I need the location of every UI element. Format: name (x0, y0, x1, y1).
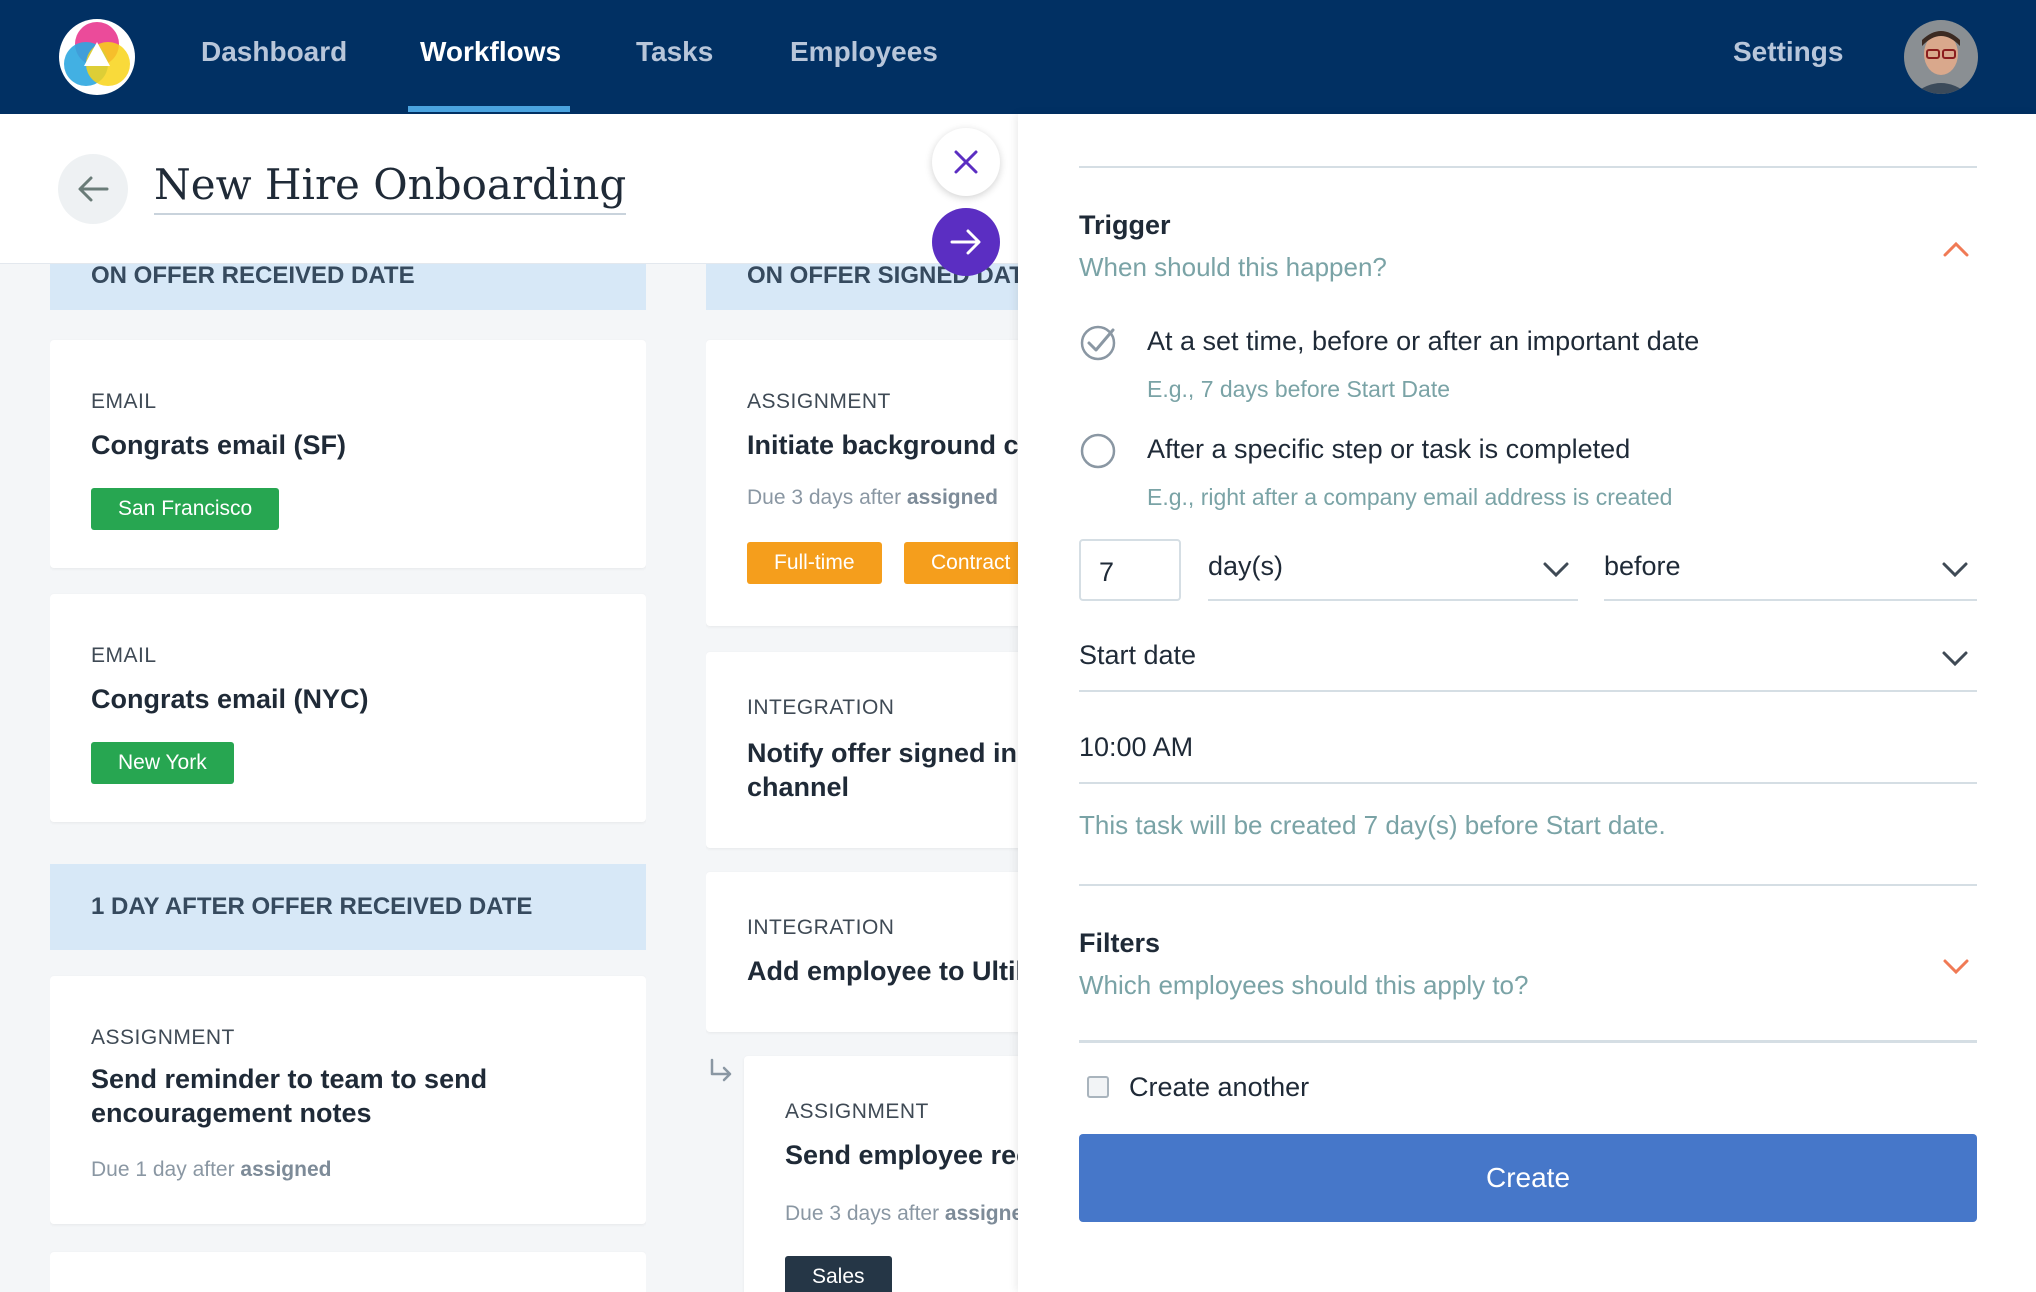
radio-checked-icon[interactable] (1079, 324, 1117, 362)
nav-employees[interactable]: Employees (790, 36, 938, 68)
card-title: Send employee rec (785, 1140, 1018, 1170)
page-title: New Hire Onboarding (154, 160, 627, 215)
workflow-card[interactable] (50, 1252, 646, 1292)
active-tab-indicator (408, 106, 570, 112)
workflow-card[interactable]: ASSIGNMENT Initiate background c Due 3 d… (706, 340, 1018, 626)
nav-dashboard[interactable]: Dashboard (201, 36, 347, 68)
card-title-line-2: encouragement notes (91, 1098, 372, 1128)
due-text: Due 3 days after (785, 1202, 945, 1225)
card-type: ASSIGNMENT (91, 1026, 235, 1049)
next-button[interactable] (932, 208, 1000, 276)
card-type: ASSIGNMENT (785, 1100, 929, 1123)
card-title: Congrats email (NYC) (91, 684, 369, 714)
trigger-summary: This task will be created 7 day(s) befor… (1079, 810, 1666, 840)
avatar-photo-icon (1904, 20, 1978, 94)
card-due: Due 3 days after assigned (785, 1202, 1018, 1226)
card-type: ASSIGNMENT (747, 390, 891, 413)
app-logo-icon[interactable] (58, 18, 136, 96)
workflow-card[interactable]: EMAIL Congrats email (NYC) New York (50, 594, 646, 822)
location-tag: San Francisco (91, 488, 280, 530)
trigger-subtitle: When should this happen? (1079, 252, 1387, 282)
workflow-card[interactable]: INTEGRATION Notify offer signed in chann… (706, 652, 1018, 848)
user-avatar[interactable] (1904, 20, 1978, 94)
due-bold: assigned (240, 1158, 332, 1181)
workflow-column-2: ON OFFER SIGNED DATE ASSIGNMENT Initiate… (706, 264, 1018, 1292)
time-input-value: 10:00 AM (1079, 732, 1194, 762)
employment-tag: Full-time (747, 542, 882, 584)
chevron-down-icon (1942, 562, 1968, 578)
due-bold: assigned (906, 486, 998, 509)
amount-input[interactable]: 7 (1079, 539, 1181, 601)
card-type: EMAIL (91, 390, 157, 413)
card-title: Add employee to Ultil (747, 956, 1018, 986)
card-title: Initiate background c (747, 430, 1018, 460)
card-title-line-1: Send reminder to team to send (91, 1064, 488, 1094)
workflow-card[interactable]: INTEGRATION Add employee to Ultil (706, 872, 1018, 1032)
card-type: INTEGRATION (747, 916, 895, 939)
create-button[interactable]: Create (1079, 1134, 1977, 1222)
department-tag: Sales (785, 1256, 892, 1292)
section-header: ON OFFER RECEIVED DATE (50, 264, 646, 310)
nav-tasks[interactable]: Tasks (636, 36, 713, 68)
due-text: Due 3 days after (747, 486, 907, 509)
trigger-option-step[interactable]: After a specific step or task is complet… (1147, 434, 1630, 465)
chevron-up-icon[interactable] (1942, 240, 1970, 258)
workflow-card[interactable]: ASSIGNMENT Send employee rec Due 3 days … (744, 1056, 1018, 1292)
direction-select[interactable]: before (1604, 539, 1977, 601)
card-title-line-2: channel (747, 772, 850, 802)
unit-select-value: day(s) (1208, 551, 1284, 581)
filters-subtitle: Which employees should this apply to? (1079, 970, 1529, 1000)
chevron-down-icon[interactable] (1942, 958, 1970, 976)
filters-title: Filters (1079, 928, 1161, 958)
back-button[interactable] (58, 154, 128, 224)
employment-tag: Contract (904, 542, 1018, 584)
arrow-right-icon (950, 229, 981, 255)
top-nav: Dashboard Workflows Tasks Employees Sett… (0, 0, 2036, 114)
time-input[interactable]: 10:00 AM (1079, 720, 1977, 784)
radio-unchecked-icon[interactable] (1079, 432, 1117, 470)
card-title-line-1: Notify offer signed in (747, 738, 1017, 768)
section-header: 1 DAY AFTER OFFER RECEIVED DATE (50, 864, 646, 950)
divider (1079, 1040, 1977, 1043)
card-due: Due 3 days after assigned (747, 486, 998, 510)
direction-select-value: before (1604, 551, 1681, 581)
chevron-down-icon (1942, 651, 1968, 667)
date-field-select[interactable]: Start date (1079, 628, 1977, 692)
workflow-column-1: ON OFFER RECEIVED DATE EMAIL Congrats em… (50, 264, 646, 1292)
arrow-left-icon (78, 176, 109, 202)
due-text: Due 1 day after (91, 1158, 241, 1181)
divider (1079, 166, 1977, 168)
card-title: Congrats email (SF) (91, 430, 347, 460)
trigger-option-date-hint: E.g., 7 days before Start Date (1147, 376, 1450, 402)
task-settings-panel: Trigger When should this happen? At a se… (1018, 114, 2036, 1292)
workflow-card[interactable]: ASSIGNMENT Send reminder to team to send… (50, 976, 646, 1224)
due-bold: assigned (944, 1202, 1018, 1225)
create-another-label[interactable]: Create another (1129, 1072, 1309, 1103)
trigger-option-step-hint: E.g., right after a company email addres… (1147, 484, 1673, 510)
location-tag: New York (91, 742, 234, 784)
card-due: Due 1 day after assigned (91, 1158, 331, 1182)
trigger-title: Trigger (1079, 210, 1171, 240)
workflow-card[interactable]: EMAIL Congrats email (SF) San Francisco (50, 340, 646, 568)
workflow-title-bar: New Hire Onboarding (0, 114, 1018, 264)
divider (1079, 884, 1977, 886)
nav-workflows[interactable]: Workflows (420, 36, 561, 68)
card-type: EMAIL (91, 644, 157, 667)
create-another-checkbox[interactable] (1087, 1076, 1109, 1098)
chevron-down-icon (1543, 562, 1569, 578)
sub-step-arrow-icon (710, 1058, 732, 1082)
unit-select[interactable]: day(s) (1208, 539, 1578, 601)
nav-settings[interactable]: Settings (1733, 36, 1843, 68)
date-field-select-value: Start date (1079, 640, 1197, 670)
card-type: INTEGRATION (747, 696, 895, 719)
close-icon (954, 150, 978, 174)
trigger-option-date[interactable]: At a set time, before or after an import… (1147, 326, 1699, 357)
close-panel-button[interactable] (932, 128, 1000, 196)
